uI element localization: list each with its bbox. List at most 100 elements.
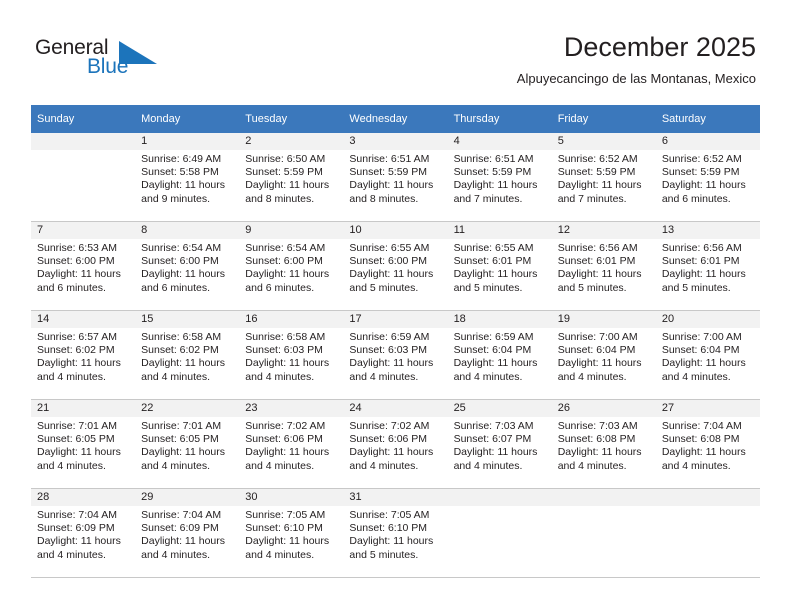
daylight-text-line2: and 4 minutes. xyxy=(245,548,315,561)
day-details: Sunrise: 6:58 AM Sunset: 6:02 PM Daylight:… xyxy=(135,328,239,384)
day-cell-inner: 4 Sunrise: 6:51 AM Sunset: 5:59 PM Daylight… xyxy=(447,133,552,221)
sunset-text: Sunset: 6:05 PM xyxy=(37,433,115,446)
day-number: 24 xyxy=(343,400,448,417)
calendar-day-cell[interactable]: 13 Sunrise: 6:56 AM Sunset: 6:01 PM Dayligh… xyxy=(655,221,760,311)
calendar-day-cell[interactable]: 3 Sunrise: 6:51 AM Sunset: 5:59 PM Daylight… xyxy=(343,133,448,222)
sunset-text: Sunset: 6:03 PM xyxy=(349,344,428,357)
day-cell-inner: 13 Sunrise: 6:56 AM Sunset: 6:01 PM Dayligh… xyxy=(655,222,760,310)
sunrise-text: Sunrise: 7:04 AM xyxy=(37,509,117,521)
calendar-day-cell[interactable]: 18 Sunrise: 6:59 AM Sunset: 6:04 PM Dayligh… xyxy=(447,310,552,400)
calendar-day-cell[interactable]: 25 Sunrise: 7:03 AM Sunset: 6:07 PM Dayligh… xyxy=(447,399,552,489)
calendar-day-cell[interactable]: 12 Sunrise: 6:56 AM Sunset: 6:01 PM Dayligh… xyxy=(551,221,656,311)
calendar-day-cell[interactable]: 29 Sunrise: 7:04 AM Sunset: 6:09 PM Dayligh… xyxy=(135,488,240,578)
day-details: Sunrise: 7:05 AM Sunset: 6:10 PM Daylight:… xyxy=(239,506,343,562)
day-number: 29 xyxy=(135,489,240,506)
daylight-text-line2: and 6 minutes. xyxy=(661,192,731,205)
calendar-day-cell[interactable]: 28 Sunrise: 7:04 AM Sunset: 6:09 PM Dayligh… xyxy=(31,488,136,578)
weekday-header-thursday: Thursday xyxy=(447,105,552,133)
calendar-day-cell xyxy=(655,488,760,578)
day-details: Sunrise: 6:55 AM Sunset: 6:00 PM Daylight:… xyxy=(343,239,447,295)
daylight-text-line1: Daylight: 11 hours xyxy=(453,179,538,192)
day-cell-inner: 16 Sunrise: 6:58 AM Sunset: 6:03 PM Dayligh… xyxy=(239,311,344,399)
day-details: Sunrise: 6:56 AM Sunset: 6:01 PM Daylight:… xyxy=(552,239,656,295)
sunset-text: Sunset: 6:09 PM xyxy=(141,522,219,535)
sunrise-text: Sunrise: 7:00 AM xyxy=(661,331,742,343)
day-number: 18 xyxy=(447,311,552,328)
calendar-day-cell[interactable]: 2 Sunrise: 6:50 AM Sunset: 5:59 PM Daylight… xyxy=(239,133,344,222)
day-number: 2 xyxy=(239,133,344,150)
day-details: Sunrise: 6:58 AM Sunset: 6:03 PM Daylight:… xyxy=(239,328,343,384)
calendar-day-cell[interactable]: 15 Sunrise: 6:58 AM Sunset: 6:02 PM Dayligh… xyxy=(135,310,240,400)
day-cell-inner: 3 Sunrise: 6:51 AM Sunset: 5:59 PM Daylight… xyxy=(343,133,448,221)
daylight-text-line1: Daylight: 11 hours xyxy=(349,268,434,281)
calendar-day-cell[interactable]: 19 Sunrise: 7:00 AM Sunset: 6:04 PM Dayligh… xyxy=(551,310,656,400)
daylight-text-line1: Daylight: 11 hours xyxy=(141,268,225,281)
daylight-text-line1: Daylight: 11 hours xyxy=(349,179,434,192)
calendar-day-cell[interactable]: 10 Sunrise: 6:55 AM Sunset: 6:00 PM Dayligh… xyxy=(343,221,448,311)
sunrise-text: Sunrise: 6:57 AM xyxy=(37,331,117,343)
sunrise-text: Sunrise: 7:01 AM xyxy=(37,420,117,432)
calendar-body: 1 Sunrise: 6:49 AM Sunset: 5:58 PM Daylight… xyxy=(31,133,760,578)
daylight-text-line1: Daylight: 11 hours xyxy=(37,268,121,281)
sunset-text: Sunset: 5:58 PM xyxy=(141,166,219,179)
daylight-text-line1: Daylight: 11 hours xyxy=(245,179,330,192)
calendar-day-cell[interactable]: 26 Sunrise: 7:03 AM Sunset: 6:08 PM Dayligh… xyxy=(551,399,656,489)
daylight-text-line1: Daylight: 11 hours xyxy=(661,446,746,459)
daylight-text-line2: and 4 minutes. xyxy=(557,459,627,472)
calendar-day-cell[interactable]: 11 Sunrise: 6:55 AM Sunset: 6:01 PM Dayligh… xyxy=(447,221,552,311)
day-details: Sunrise: 7:00 AM Sunset: 6:04 PM Daylight:… xyxy=(656,328,760,384)
daylight-text-line2: and 5 minutes. xyxy=(453,281,523,294)
sunset-text: Sunset: 6:02 PM xyxy=(37,344,115,357)
day-number: 25 xyxy=(447,400,552,417)
daylight-text-line1: Daylight: 11 hours xyxy=(141,179,225,192)
day-cell-inner: 10 Sunrise: 6:55 AM Sunset: 6:00 PM Dayligh… xyxy=(343,222,448,310)
sunset-text: Sunset: 6:01 PM xyxy=(453,255,532,268)
sunrise-text: Sunrise: 6:52 AM xyxy=(661,153,742,165)
sunset-text: Sunset: 6:04 PM xyxy=(661,344,740,357)
day-cell-inner: 31 Sunrise: 7:05 AM Sunset: 6:10 PM Dayligh… xyxy=(343,489,448,577)
calendar-day-cell[interactable]: 4 Sunrise: 6:51 AM Sunset: 5:59 PM Daylight… xyxy=(447,133,552,222)
day-number: 15 xyxy=(135,311,240,328)
calendar-day-cell[interactable]: 27 Sunrise: 7:04 AM Sunset: 6:08 PM Dayligh… xyxy=(655,399,760,489)
calendar-day-cell[interactable]: 5 Sunrise: 6:52 AM Sunset: 5:59 PM Daylight… xyxy=(551,133,656,222)
calendar-day-cell[interactable]: 1 Sunrise: 6:49 AM Sunset: 5:58 PM Daylight… xyxy=(135,133,240,222)
daylight-text-line2: and 4 minutes. xyxy=(141,548,211,561)
calendar-day-cell[interactable]: 24 Sunrise: 7:02 AM Sunset: 6:06 PM Dayligh… xyxy=(343,399,448,489)
sunrise-text: Sunrise: 6:59 AM xyxy=(453,331,534,343)
calendar-day-cell[interactable]: 6 Sunrise: 6:52 AM Sunset: 5:59 PM Daylight… xyxy=(655,133,760,222)
sunrise-text: Sunrise: 7:05 AM xyxy=(349,509,430,521)
calendar-day-cell[interactable]: 22 Sunrise: 7:01 AM Sunset: 6:05 PM Dayligh… xyxy=(135,399,240,489)
sunrise-text: Sunrise: 6:58 AM xyxy=(245,331,326,343)
calendar-day-cell xyxy=(551,488,656,578)
day-number: 6 xyxy=(655,133,760,150)
general-blue-logo: General Blue xyxy=(35,36,165,84)
daylight-text-line2: and 6 minutes. xyxy=(37,281,106,294)
calendar-day-cell[interactable]: 7 Sunrise: 6:53 AM Sunset: 6:00 PM Daylight… xyxy=(31,221,136,311)
day-cell-inner: 27 Sunrise: 7:04 AM Sunset: 6:08 PM Dayligh… xyxy=(655,400,760,488)
daylight-text-line2: and 7 minutes. xyxy=(557,192,627,205)
calendar-day-cell[interactable]: 20 Sunrise: 7:00 AM Sunset: 6:04 PM Dayligh… xyxy=(655,310,760,400)
calendar-day-cell[interactable]: 21 Sunrise: 7:01 AM Sunset: 6:05 PM Dayligh… xyxy=(31,399,136,489)
day-details: Sunrise: 6:59 AM Sunset: 6:04 PM Daylight:… xyxy=(448,328,552,384)
sunrise-text: Sunrise: 6:55 AM xyxy=(453,242,534,254)
day-details: Sunrise: 7:02 AM Sunset: 6:06 PM Daylight:… xyxy=(343,417,447,473)
daylight-text-line1: Daylight: 11 hours xyxy=(557,446,642,459)
calendar-day-cell[interactable]: 23 Sunrise: 7:02 AM Sunset: 6:06 PM Dayligh… xyxy=(239,399,344,489)
calendar-day-cell[interactable]: 14 Sunrise: 6:57 AM Sunset: 6:02 PM Dayligh… xyxy=(31,310,136,400)
calendar-day-cell[interactable]: 17 Sunrise: 6:59 AM Sunset: 6:03 PM Dayligh… xyxy=(343,310,448,400)
day-details: Sunrise: 7:00 AM Sunset: 6:04 PM Daylight:… xyxy=(552,328,656,384)
calendar-day-cell[interactable]: 30 Sunrise: 7:05 AM Sunset: 6:10 PM Dayligh… xyxy=(239,488,344,578)
daylight-text-line1: Daylight: 11 hours xyxy=(349,446,434,459)
calendar-day-cell[interactable]: 31 Sunrise: 7:05 AM Sunset: 6:10 PM Dayligh… xyxy=(343,488,448,578)
sunset-text: Sunset: 6:00 PM xyxy=(141,255,219,268)
calendar-day-cell[interactable]: 16 Sunrise: 6:58 AM Sunset: 6:03 PM Dayligh… xyxy=(239,310,344,400)
daylight-text-line1: Daylight: 11 hours xyxy=(557,268,642,281)
calendar-day-cell[interactable]: 8 Sunrise: 6:54 AM Sunset: 6:00 PM Daylight… xyxy=(135,221,240,311)
daylight-text-line2: and 4 minutes. xyxy=(141,370,211,383)
day-number: 7 xyxy=(31,222,136,239)
daylight-text-line2: and 7 minutes. xyxy=(453,192,523,205)
day-cell-inner: 7 Sunrise: 6:53 AM Sunset: 6:00 PM Daylight… xyxy=(31,222,136,310)
day-cell-inner: 23 Sunrise: 7:02 AM Sunset: 6:06 PM Dayligh… xyxy=(239,400,344,488)
calendar-day-cell[interactable]: 9 Sunrise: 6:54 AM Sunset: 6:00 PM Daylight… xyxy=(239,221,344,311)
day-cell-inner: 15 Sunrise: 6:58 AM Sunset: 6:02 PM Dayligh… xyxy=(135,311,240,399)
